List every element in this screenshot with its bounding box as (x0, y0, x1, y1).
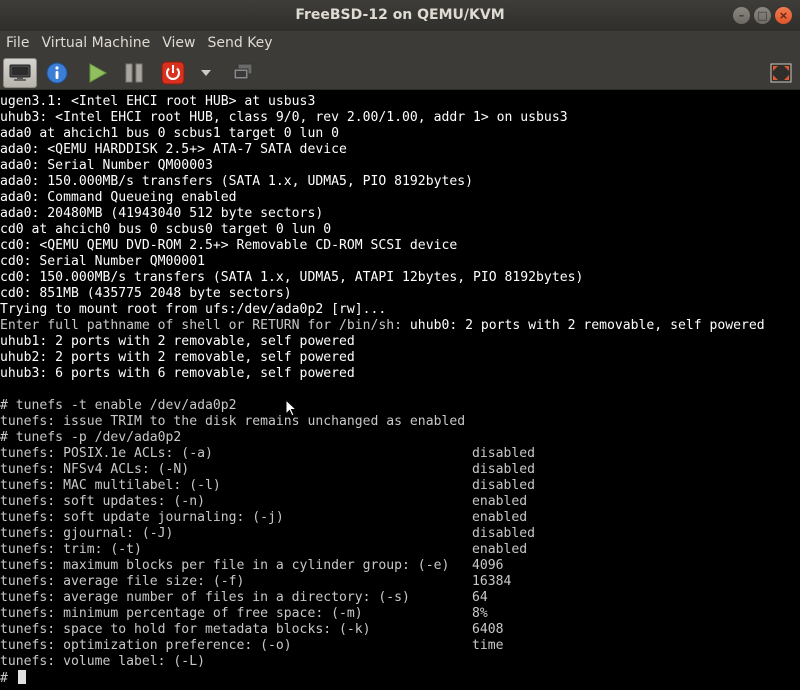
tunefs-row: tunefs: volume label: (-L) (0, 654, 800, 670)
console-line: cd0: 150.000MB/s transfers (SATA 1.x, UD… (0, 270, 584, 285)
tunefs-value: 4096 (472, 558, 504, 573)
window-controls: – □ × (733, 7, 792, 24)
info-icon (46, 62, 68, 84)
tunefs-value: time (472, 638, 504, 653)
menu-virtual-machine[interactable]: Virtual Machine (35, 31, 156, 55)
window-titlebar: FreeBSD-12 on QEMU/KVM – □ × (0, 0, 800, 31)
console-line: ada0: <QEMU HARDDISK 2.5+> ATA-7 SATA de… (0, 142, 347, 157)
console-line: cd0 at ahcich0 bus 0 scbus0 target 0 lun… (0, 222, 332, 237)
console-line: uhub2: 2 ports with 2 removable, self po… (0, 350, 355, 365)
tunefs-value: enabled (472, 494, 528, 509)
tunefs-row: tunefs: gjournal: (-J) disabled (0, 526, 800, 542)
minimize-button[interactable]: – (733, 7, 750, 24)
tunefs-label: tunefs: maximum blocks per file in a cyl… (0, 558, 450, 573)
tunefs-row: tunefs: minimum percentage of free space… (0, 606, 800, 622)
tunefs-label: tunefs: space to hold for metadata block… (0, 622, 371, 637)
console-line: ada0 at ahcich1 bus 0 scbus1 target 0 lu… (0, 126, 339, 141)
tunefs-label: tunefs: soft updates: (-n) (0, 494, 205, 509)
tunefs-row: tunefs: MAC multilabel: (-l) disabled (0, 478, 800, 494)
monitor-icon (9, 64, 31, 81)
toolbar (0, 55, 800, 90)
tunefs-row: tunefs: trim: (-t) enabled (0, 542, 800, 558)
tunefs-value: disabled (472, 446, 536, 461)
tunefs-label: tunefs: average number of files in a dir… (0, 590, 410, 605)
tunefs-value: enabled (472, 510, 528, 525)
tunefs-label: tunefs: NFSv4 ACLs: (-N) (0, 462, 190, 477)
console-line: uhub1: 2 ports with 2 removable, self po… (0, 334, 355, 349)
fullscreen-button[interactable] (766, 58, 796, 88)
console-line: ada0: Serial Number QM00003 (0, 158, 213, 173)
tunefs-label: tunefs: minimum percentage of free space… (0, 606, 363, 621)
fullscreen-icon (770, 63, 792, 83)
console-line: ada0: Command Queueing enabled (0, 190, 237, 205)
tunefs-value: 6408 (472, 622, 504, 637)
final-prompt-line[interactable]: # (0, 670, 800, 686)
console-line: tunefs: issue TRIM to the disk remains u… (0, 414, 466, 429)
console-line: # tunefs -p /dev/ada0p2 (0, 430, 182, 445)
menu-view[interactable]: View (156, 31, 201, 55)
shell-prompt-text: Enter full pathname of shell or RETURN f… (0, 318, 410, 333)
maximize-button[interactable]: □ (754, 7, 771, 24)
menubar: File Virtual Machine View Send Key (0, 31, 800, 55)
power-icon (161, 61, 185, 85)
tunefs-label: tunefs: optimization preference: (-o) (0, 638, 292, 653)
tunefs-row: tunefs: NFSv4 ACLs: (-N) disabled (0, 462, 800, 478)
snapshots-icon (233, 63, 253, 80)
pause-button[interactable] (119, 58, 149, 88)
tunefs-label: tunefs: volume label: (-L) (0, 654, 205, 669)
tunefs-value: disabled (472, 526, 536, 541)
text-cursor (17, 670, 26, 684)
tunefs-label: tunefs: POSIX.1e ACLs: (-a) (0, 446, 213, 461)
details-button[interactable] (42, 58, 72, 88)
shell-prompt-line: Enter full pathname of shell or RETURN f… (0, 318, 800, 334)
tunefs-row: tunefs: space to hold for metadata block… (0, 622, 800, 638)
final-prompt: # (0, 671, 16, 686)
tunefs-row: tunefs: average file size: (-f) 16384 (0, 574, 800, 590)
tunefs-row: tunefs: average number of files in a dir… (0, 590, 800, 606)
close-button[interactable]: × (775, 7, 792, 24)
tunefs-row: tunefs: optimization preference: (-o) tim… (0, 638, 800, 654)
tunefs-value: disabled (472, 462, 536, 477)
console-line: cd0: <QEMU QEMU DVD-ROM 2.5+> Removable … (0, 238, 458, 253)
snapshots-button[interactable] (228, 58, 258, 88)
console-line: uhub3: <Intel EHCI root HUB, class 9/0, … (0, 110, 568, 125)
tunefs-value: 8% (472, 606, 488, 621)
play-icon (89, 63, 108, 83)
pause-icon (125, 63, 143, 83)
console-line: ugen3.1: <Intel EHCI root HUB> at usbus3 (0, 94, 316, 109)
console-line: # tunefs -t enable /dev/ada0p2 (0, 398, 237, 413)
tunefs-label: tunefs: MAC multilabel: (-l) (0, 478, 221, 493)
console-line: uhub3: 6 ports with 6 removable, self po… (0, 366, 355, 381)
shutdown-button[interactable] (158, 58, 188, 88)
tunefs-row: tunefs: maximum blocks per file in a cyl… (0, 558, 800, 574)
tunefs-value: 64 (472, 590, 488, 605)
tunefs-label: tunefs: average file size: (-f) (0, 574, 245, 589)
tunefs-value: disabled (472, 478, 536, 493)
window-title: FreeBSD-12 on QEMU/KVM (295, 7, 505, 23)
tunefs-label: tunefs: gjournal: (-J) (0, 526, 174, 541)
tunefs-value: 16384 (472, 574, 512, 589)
tunefs-label: tunefs: trim: (-t) (0, 542, 142, 557)
menu-file[interactable]: File (0, 31, 35, 55)
console-line: ada0: 20480MB (41943040 512 byte sectors… (0, 206, 324, 221)
menu-send-key[interactable]: Send Key (201, 31, 278, 55)
shutdown-menu-button[interactable] (194, 58, 218, 88)
console-line: ada0: 150.000MB/s transfers (SATA 1.x, U… (0, 174, 473, 189)
tunefs-row: tunefs: soft update journaling: (-j) enab… (0, 510, 800, 526)
vm-console[interactable]: ugen3.1: <Intel EHCI root HUB> at usbus3… (0, 91, 800, 690)
console-line: cd0: Serial Number QM00001 (0, 254, 205, 269)
tunefs-row: tunefs: POSIX.1e ACLs: (-a) disabled (0, 446, 800, 462)
mouse-pointer-icon (285, 399, 297, 417)
tunefs-row: tunefs: soft updates: (-n) enabled (0, 494, 800, 510)
run-button[interactable] (82, 58, 112, 88)
tunefs-value: enabled (472, 542, 528, 557)
console-line: cd0: 851MB (435775 2048 byte sectors) (0, 286, 292, 301)
chevron-down-icon (201, 70, 211, 76)
tunefs-label: tunefs: soft update journaling: (-j) (0, 510, 284, 525)
console-line: Trying to mount root from ufs:/dev/ada0p… (0, 302, 387, 317)
shell-prompt-interleaved-text: uhub0: 2 ports with 2 removable, self po… (409, 318, 765, 333)
console-button[interactable] (3, 58, 37, 88)
